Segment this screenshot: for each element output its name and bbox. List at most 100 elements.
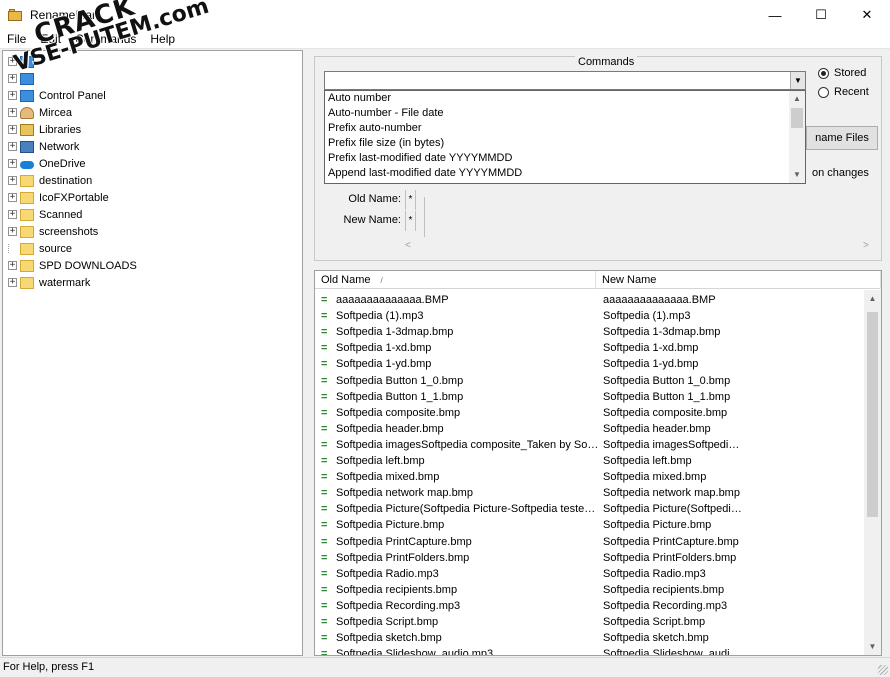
tree-item[interactable]: + Network xyxy=(3,138,79,155)
tree-item[interactable]: + OneDrive xyxy=(3,155,85,172)
file-row[interactable]: = Softpedia sketch.bmp Softpedia sketch.bm… xyxy=(315,630,866,646)
dropdown-scroll-thumb[interactable] xyxy=(791,108,803,128)
list-scroll-thumb[interactable] xyxy=(867,312,878,517)
stored-radio-row[interactable]: Stored xyxy=(818,65,866,81)
file-row[interactable]: = Softpedia 1-xd.bmp Softpedia 1-xd.bmp xyxy=(315,340,866,356)
command-option[interactable]: Prefix auto-number xyxy=(325,121,805,136)
folder-icon xyxy=(20,191,34,204)
tree-item[interactable]: + screenshots xyxy=(3,223,98,240)
old-name-pattern[interactable]: * xyxy=(405,190,416,210)
file-row[interactable]: = Softpedia Picture.bmp Softpedia Picture.… xyxy=(315,517,866,533)
tree-item[interactable]: + SPD DOWNLOADS xyxy=(3,257,137,274)
command-option[interactable]: Auto number xyxy=(325,91,805,106)
file-row[interactable]: = Softpedia header.bmp Softpedia header.bm… xyxy=(315,421,866,437)
unchanged-marker: = xyxy=(321,487,328,500)
file-row[interactable]: = Softpedia (1).mp3 Softpedia (1).mp3 xyxy=(315,308,866,324)
folder-icon xyxy=(20,225,34,238)
file-row[interactable]: = Softpedia Recording.mp3 Softpedia Record… xyxy=(315,598,866,614)
command-option[interactable]: Prefix last-modified date YYYYMMDD xyxy=(325,151,805,166)
recent-label: Recent xyxy=(834,86,869,98)
expand-plus-icon[interactable]: + xyxy=(8,108,17,117)
old-name-cell: Softpedia PrintCapture.bmp xyxy=(336,535,472,548)
new-name-cell: Softpedia imagesSoftpedia ... xyxy=(603,438,743,451)
scroll-up-arrow-icon[interactable]: ▲ xyxy=(789,91,805,107)
tree-item[interactable]: + Control Panel xyxy=(3,87,106,104)
command-dropdown-list[interactable]: Auto number Auto-number - File date Prefix… xyxy=(324,90,806,184)
tree-item[interactable]: source xyxy=(3,240,72,257)
file-row[interactable]: = Softpedia network map.bmp Softpedia netw… xyxy=(315,485,866,501)
maximize-button[interactable]: ☐ xyxy=(798,0,844,30)
expand-plus-icon[interactable]: + xyxy=(8,142,17,151)
tree-item[interactable]: + IcoFXPortable xyxy=(3,189,109,206)
old-name-cell: Softpedia Button 1_1.bmp xyxy=(336,390,464,403)
expand-plus-icon[interactable]: + xyxy=(8,125,17,134)
file-row[interactable]: = Softpedia recipients.bmp Softpedia recip… xyxy=(315,582,866,598)
column-old-name[interactable]: Old Name / xyxy=(315,271,596,289)
file-row[interactable]: = Softpedia imagesSoftpedia composite_Tak… xyxy=(315,437,866,453)
tree-item[interactable]: + Libraries xyxy=(3,121,81,138)
file-row[interactable]: = Softpedia left.bmp Softpedia left.bmp xyxy=(315,453,866,469)
scroll-down-arrow-icon[interactable]: ▼ xyxy=(789,167,805,183)
scroll-left-arrow-icon[interactable]: < xyxy=(405,240,411,251)
file-list[interactable]: Old Name / New Name = aaaaaaaaaaaaaa.BMP aa… xyxy=(314,270,882,656)
file-row[interactable]: = Softpedia composite.bmp Softpedia compos… xyxy=(315,405,866,421)
column-new-name[interactable]: New Name xyxy=(596,271,881,289)
folder-tree[interactable]: + + + Control Panel + Mircea + Libraries + Networ… xyxy=(2,50,303,656)
tree-item[interactable]: + Mircea xyxy=(3,104,72,121)
file-row[interactable]: = Softpedia Picture(Softpedia Picture-Sof… xyxy=(315,501,866,517)
scroll-right-arrow-icon[interactable]: > xyxy=(863,240,869,251)
recent-radio-row[interactable]: Recent xyxy=(818,84,869,100)
expand-plus-icon[interactable]: + xyxy=(8,261,17,270)
expand-plus-icon[interactable]: + xyxy=(8,91,17,100)
file-row[interactable]: = Softpedia mixed.bmp Softpedia mixed.bmp xyxy=(315,469,866,485)
expand-plus-icon[interactable]: + xyxy=(8,278,17,287)
file-row[interactable]: = Softpedia Script.bmp Softpedia Script.bm… xyxy=(315,614,866,630)
expand-plus-icon[interactable]: + xyxy=(8,210,17,219)
file-row[interactable]: = Softpedia Slideshow_audio.mp3 Softpedia … xyxy=(315,646,866,656)
close-button[interactable]: ✕ xyxy=(844,0,890,30)
command-combo[interactable]: ▼ xyxy=(324,71,806,90)
command-option[interactable]: Auto-number - File date xyxy=(325,106,805,121)
expand-plus-icon[interactable]: + xyxy=(8,74,17,83)
file-row[interactable]: = Softpedia Radio.mp3 Softpedia Radio.mp3 xyxy=(315,566,866,582)
combo-dropdown-arrow-icon[interactable]: ▼ xyxy=(790,72,805,89)
tree-item-label: IcoFXPortable xyxy=(39,191,109,204)
recent-radio[interactable] xyxy=(818,86,829,98)
rename-files-button[interactable]: name Files xyxy=(806,126,878,150)
file-row[interactable]: = Softpedia PrintFolders.bmp Softpedia Pri… xyxy=(315,550,866,566)
tree-item[interactable]: + destination xyxy=(3,172,92,189)
unchanged-marker: = xyxy=(321,616,328,628)
file-row[interactable]: = Softpedia PrintCapture.bmp Softpedia Pri… xyxy=(315,534,866,550)
tree-item-label: screenshots xyxy=(39,225,99,238)
new-name-pattern[interactable]: * xyxy=(405,211,416,231)
tree-item-label: SPD DOWNLOADS xyxy=(39,259,137,272)
list-scrollbar[interactable]: ▲ ▼ xyxy=(864,290,881,655)
tree-item[interactable]: + Scanned xyxy=(3,206,82,223)
file-row[interactable]: = Softpedia Button 1_1.bmp Softpedia Butto… xyxy=(315,389,866,405)
list-scroll-down-arrow-icon[interactable]: ▼ xyxy=(864,638,881,655)
command-option[interactable]: Prefix file size (in bytes) xyxy=(325,136,805,151)
sort-indicator-icon: / xyxy=(380,276,383,285)
file-row[interactable]: = aaaaaaaaaaaaaa.BMP aaaaaaaaaaaaaa.BMP xyxy=(315,292,866,308)
list-scroll-up-arrow-icon[interactable]: ▲ xyxy=(864,290,881,307)
minimize-button[interactable]: — xyxy=(752,0,798,30)
stored-radio[interactable] xyxy=(818,67,829,79)
dropdown-scrollbar[interactable]: ▲ ▼ xyxy=(789,91,805,183)
tree-item[interactable]: + watermark xyxy=(3,274,90,291)
new-name-cell: Softpedia Slideshow_audio... xyxy=(603,648,743,656)
file-row[interactable]: = Softpedia 1-yd.bmp Softpedia 1-yd.bmp xyxy=(315,356,866,372)
status-text: For Help, press F1 xyxy=(3,661,95,673)
resize-grip-icon[interactable] xyxy=(878,665,888,675)
file-row[interactable]: = Softpedia 1-3dmap.bmp Softpedia 1-3dmap.… xyxy=(315,324,866,340)
old-name-cell: Softpedia PrintFolders.bmp xyxy=(336,551,470,564)
file-row[interactable]: = Softpedia Button 1_0.bmp Softpedia Butto… xyxy=(315,373,866,389)
expand-plus-icon[interactable]: + xyxy=(8,227,17,236)
new-name-cell: Softpedia network map.bmp xyxy=(603,487,740,500)
expand-plus-icon[interactable]: + xyxy=(8,159,17,168)
command-option[interactable]: Append last-modified date YYYYMMDD xyxy=(325,166,805,181)
new-name-cell: Softpedia recipients.bmp xyxy=(603,583,725,596)
tree-item-label: Scanned xyxy=(39,208,83,221)
expand-plus-icon[interactable]: + xyxy=(8,193,17,202)
new-name-cell: Softpedia 1-xd.bmp xyxy=(603,342,699,355)
expand-plus-icon[interactable]: + xyxy=(8,176,17,185)
